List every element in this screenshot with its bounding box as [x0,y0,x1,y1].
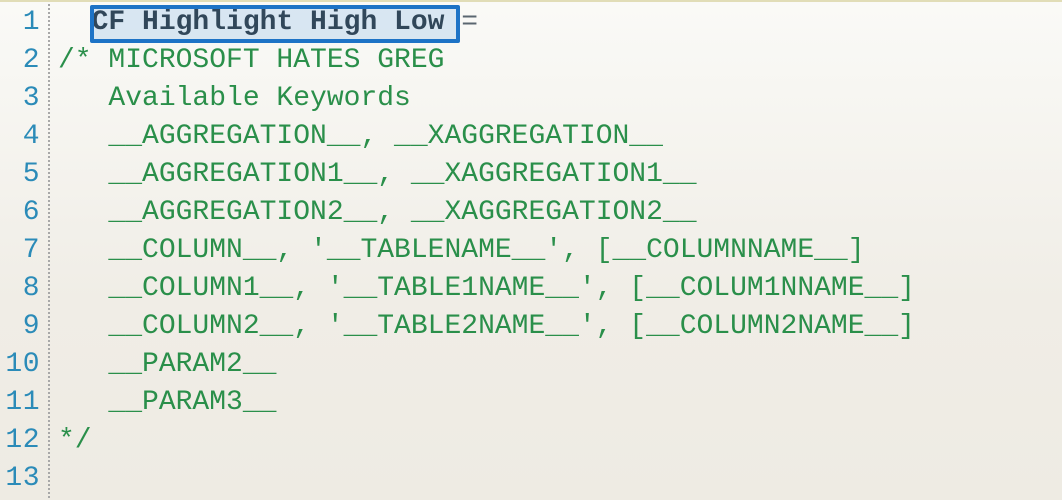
code-line[interactable]: __PARAM3__ [58,384,1062,422]
code-line[interactable]: Available Keywords [58,80,1062,118]
comment-text: __COLUMN__, '__TABLENAME__', [__COLUMNNA… [58,235,865,266]
code-line[interactable]: CF Highlight High Low = [58,4,1062,42]
code-line[interactable]: __COLUMN2__, '__TABLE2NAME__', [__COLUMN… [58,308,1062,346]
comment-text: __PARAM2__ [58,349,276,380]
comment-text: Available Keywords [58,83,411,114]
comment-text: __COLUMN1__, '__TABLE1NAME__', [__COLUM1… [58,273,915,304]
code-line[interactable]: __COLUMN__, '__TABLENAME__', [__COLUMNNA… [58,232,1062,270]
code-line[interactable]: __AGGREGATION2__, __XAGGREGATION2__ [58,194,1062,232]
line-number: 13 [0,460,48,498]
comment-text: __AGGREGATION2__, __XAGGREGATION2__ [58,197,697,228]
measure-name[interactable]: CF Highlight High Low [92,7,445,38]
comment-text: __AGGREGATION__, __XAGGREGATION__ [58,121,663,152]
line-number: 12 [0,422,48,460]
comment-text: __PARAM3__ [58,387,276,418]
line-number: 11 [0,384,48,422]
code-line[interactable]: /* MICROSOFT HATES GREG [58,42,1062,80]
code-line[interactable]: */ [58,422,1062,460]
code-editor[interactable]: 1 2 3 4 5 6 7 8 9 10 11 12 13 CF Highlig… [0,0,1062,500]
line-number: 8 [0,270,48,308]
line-number: 2 [0,42,48,80]
line-number: 1 [0,4,48,42]
code-line[interactable]: __AGGREGATION1__, __XAGGREGATION1__ [58,156,1062,194]
line-number: 7 [0,232,48,270]
code-line[interactable]: __AGGREGATION__, __XAGGREGATION__ [58,118,1062,156]
code-line[interactable]: __COLUMN1__, '__TABLE1NAME__', [__COLUM1… [58,270,1062,308]
comment-text: __COLUMN2__, '__TABLE2NAME__', [__COLUMN… [58,311,915,342]
comment-text: */ [58,425,92,456]
comment-text: __AGGREGATION1__, __XAGGREGATION1__ [58,159,697,190]
line-number-gutter: 1 2 3 4 5 6 7 8 9 10 11 12 13 [0,4,50,498]
line-number: 5 [0,156,48,194]
line-number: 6 [0,194,48,232]
line-number: 3 [0,80,48,118]
line-number: 9 [0,308,48,346]
code-text-area[interactable]: CF Highlight High Low = /* MICROSOFT HAT… [58,4,1062,498]
equals-token: = [444,7,478,38]
comment-text: /* MICROSOFT HATES GREG [58,45,444,76]
line-number: 4 [0,118,48,156]
code-line[interactable]: __PARAM2__ [58,346,1062,384]
code-line[interactable] [58,460,1062,498]
line-number: 10 [0,346,48,384]
